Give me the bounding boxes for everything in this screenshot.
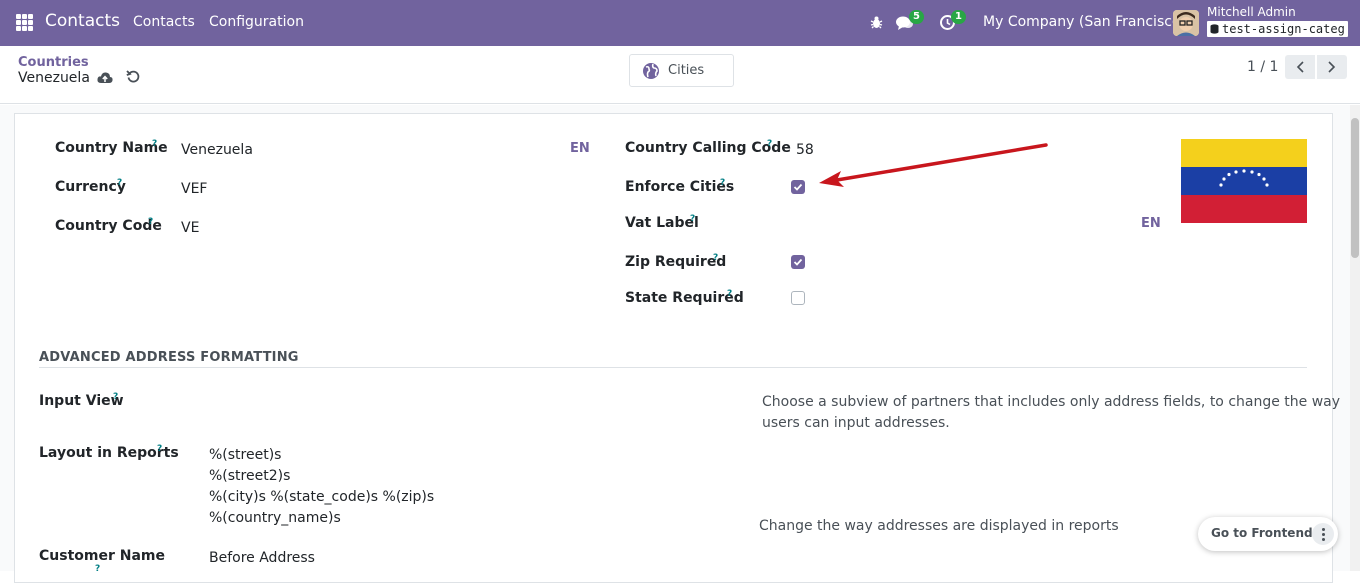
messages-count-badge: 5	[909, 10, 924, 24]
section-divider	[39, 367, 1307, 368]
enforce-cities-checkbox[interactable]	[791, 180, 805, 194]
currency-field[interactable]: VEF	[181, 181, 207, 197]
go-to-frontend-button[interactable]: Go to Frontend	[1198, 517, 1338, 551]
input-view-label: Input View	[39, 393, 124, 409]
state-required-checkbox[interactable]	[791, 291, 805, 305]
chevron-left-icon	[1296, 61, 1304, 73]
apps-grid-icon[interactable]	[16, 14, 33, 31]
cities-button-label: Cities	[668, 63, 705, 78]
layout-line-street2[interactable]: %(street2)s	[209, 468, 290, 484]
company-switcher[interactable]: My Company (San Francisco)	[983, 14, 1186, 30]
pager-value[interactable]: 1 / 1	[1247, 59, 1278, 75]
app-name[interactable]: Contacts	[45, 11, 120, 31]
vat-label-label: Vat Label	[625, 215, 699, 231]
section-title-advanced-address: ADVANCED ADDRESS FORMATTING	[39, 350, 299, 365]
zip-required-hint[interactable]: ?	[713, 253, 718, 263]
input-view-help-line-1: Choose a subview of partners that includ…	[762, 394, 1341, 410]
venezuela-flag[interactable]	[1181, 139, 1307, 223]
avatar[interactable]	[1173, 10, 1199, 36]
country-name-field[interactable]: Venezuela	[181, 142, 253, 158]
country-name-hint[interactable]: ?	[152, 139, 157, 149]
activities-count-badge: 1	[951, 10, 966, 24]
layout-in-reports-help: Change the way addresses are displayed i…	[759, 518, 1119, 534]
country-name-label: Country Name	[55, 140, 168, 156]
vat-label-field[interactable]	[796, 215, 1126, 233]
layout-line-country[interactable]: %(country_name)s	[209, 510, 341, 526]
calling-code-label: Country Calling Code	[625, 140, 791, 156]
customer-name-label: Customer Name	[39, 548, 165, 564]
country-code-label: Country Code	[55, 218, 162, 234]
state-required-hint[interactable]: ?	[727, 289, 732, 299]
zip-required-label: Zip Required	[625, 254, 727, 270]
vat-label-lang-button[interactable]: EN	[1141, 216, 1161, 231]
input-view-help-line-2: users can input addresses.	[762, 415, 950, 431]
country-code-field[interactable]: VE	[181, 220, 199, 236]
bug-icon[interactable]	[869, 15, 884, 30]
record-title: Venezuela	[18, 70, 90, 86]
scrollbar-thumb[interactable]	[1351, 118, 1359, 258]
chevron-right-icon	[1328, 61, 1336, 73]
user-name[interactable]: Mitchell Admin	[1207, 5, 1296, 19]
go-to-frontend-label: Go to Frontend	[1211, 526, 1313, 540]
customer-name-hint[interactable]: ?	[95, 564, 100, 574]
layout-line-street[interactable]: %(street)s	[209, 447, 281, 463]
layout-line-city[interactable]: %(city)s %(state_code)s %(zip)s	[209, 489, 434, 505]
menu-contacts[interactable]: Contacts	[133, 14, 195, 30]
layout-in-reports-hint[interactable]: ?	[157, 444, 162, 454]
database-name: test-assign-categ	[1207, 21, 1348, 37]
calling-code-hint[interactable]: ?	[767, 139, 772, 149]
currency-hint[interactable]: ?	[117, 178, 122, 188]
enforce-cities-label: Enforce Cities	[625, 179, 735, 195]
customer-name-field[interactable]: Before Address	[209, 550, 315, 566]
database-name-text: test-assign-categ	[1222, 22, 1345, 36]
breadcrumb[interactable]: Countries	[18, 55, 89, 70]
globe-icon	[643, 62, 659, 79]
currency-label: Currency	[55, 179, 126, 195]
control-panel: Countries Venezuela Cities 1 / 1	[0, 46, 1360, 104]
input-view-hint[interactable]: ?	[113, 392, 118, 402]
cloud-upload-icon[interactable]	[97, 70, 113, 84]
red-annotation-arrow	[819, 143, 1048, 187]
country-name-lang-button[interactable]: EN	[570, 141, 590, 156]
more-options-icon[interactable]	[1312, 523, 1334, 545]
calling-code-field[interactable]: 58	[796, 142, 814, 158]
state-required-label: State Required	[625, 290, 744, 306]
cities-smart-button[interactable]: Cities	[629, 54, 734, 87]
vat-label-hint[interactable]: ?	[690, 214, 695, 224]
menu-configuration[interactable]: Configuration	[209, 14, 304, 30]
zip-required-checkbox[interactable]	[791, 255, 805, 269]
pager-next-button[interactable]	[1317, 55, 1347, 79]
enforce-cities-hint[interactable]: ?	[720, 178, 725, 188]
pager-previous-button[interactable]	[1285, 55, 1315, 79]
country-code-hint[interactable]: ?	[148, 217, 153, 227]
top-navbar: Contacts Contacts Configuration 5 1 My C…	[0, 0, 1360, 46]
undo-icon[interactable]	[126, 69, 141, 84]
